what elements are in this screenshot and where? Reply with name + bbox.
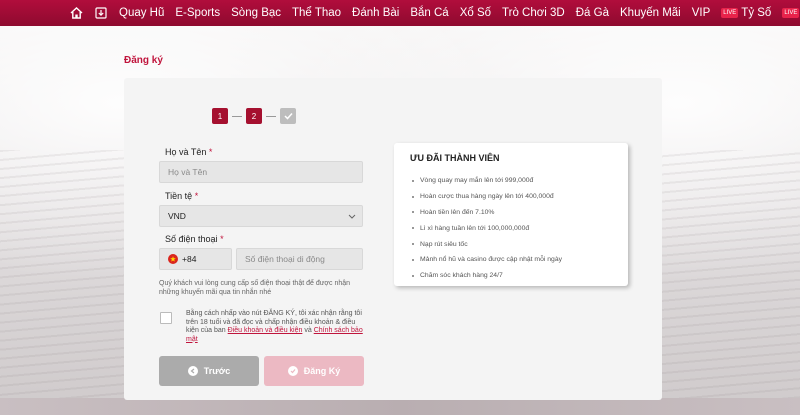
page-title: Đăng ký: [124, 55, 163, 66]
list-item: Lì xì hàng tuần lên tới 100,000,000đ: [412, 220, 562, 236]
nav-item-ty-so[interactable]: LIVE Tỷ Số: [721, 7, 771, 19]
phone-label: Số điện thoại *: [165, 234, 224, 244]
home-icon[interactable]: [70, 6, 83, 20]
country-code-value: +84: [182, 254, 197, 264]
step-1: 1: [212, 108, 228, 124]
check-circle-icon: [287, 366, 298, 376]
step-divider: [232, 115, 242, 117]
download-icon[interactable]: [95, 6, 107, 20]
stadium-floor: [0, 398, 800, 415]
nav-item-danh-bai[interactable]: Đánh Bài: [352, 7, 399, 19]
consent-checkbox[interactable]: [160, 312, 172, 324]
member-benefits-panel: ƯU ĐÃI THÀNH VIÊN Vòng quay may mắn lên …: [394, 143, 628, 286]
name-placeholder: Họ và Tên: [168, 167, 208, 177]
register-button[interactable]: Đăng Ký: [264, 356, 364, 386]
nav-item-xo-so[interactable]: Xổ Số: [460, 7, 491, 19]
phone-hint: Quý khách vui lòng cung cấp số điện thoạ…: [159, 280, 351, 296]
consent-text: Bằng cách nhấp vào nút ĐĂNG KÝ, tôi xác …: [186, 310, 363, 343]
currency-label: Tiền tệ *: [165, 191, 199, 201]
benefits-list: Vòng quay may mắn lên tới 999,000đ Hoàn …: [412, 173, 562, 284]
nav-item-ban-ca[interactable]: Bắn Cá: [410, 7, 448, 19]
previous-button-label: Trước: [203, 366, 231, 376]
list-item: Hoàn tiền lên đến 7.10%: [412, 205, 562, 221]
nav-item-label: Tỷ Số: [741, 7, 772, 19]
checkmark-icon: [283, 112, 293, 120]
step-2: 2: [246, 108, 262, 124]
list-item: Hoàn cược thua hàng ngày lên tới 400,000…: [412, 189, 562, 205]
vietnam-flag-icon: [168, 254, 178, 264]
currency-select[interactable]: VND: [159, 205, 363, 227]
phone-placeholder: Số điện thoại di động: [245, 254, 325, 264]
step-indicator: 1 2: [212, 108, 296, 124]
live-badge: LIVE: [782, 8, 800, 18]
back-arrow-icon: [187, 366, 198, 376]
previous-button[interactable]: Trước: [159, 356, 259, 386]
list-item: Mảnh nổ hũ và casino được cập nhật mỗi n…: [412, 252, 562, 268]
nav-item-song-bac[interactable]: Sòng Bạc: [231, 7, 281, 19]
step-divider: [266, 115, 276, 117]
currency-value: VND: [168, 211, 186, 221]
phone-input[interactable]: Số điện thoại di động: [236, 248, 363, 270]
nav-item-khuyen-mai[interactable]: Khuyến Mãi: [620, 7, 681, 19]
name-label: Họ và Tên *: [165, 147, 213, 157]
chevron-down-icon: [348, 214, 356, 219]
list-item: Nạp rút siêu tốc: [412, 236, 562, 252]
live-badge: LIVE: [721, 8, 739, 18]
nav-item-the-thao[interactable]: Thể Thao: [292, 7, 341, 19]
nav-item-vip[interactable]: VIP: [692, 7, 711, 19]
nav-item-quay-hu[interactable]: Quay Hũ: [119, 7, 164, 19]
register-button-label: Đăng Ký: [303, 366, 341, 376]
country-code-select[interactable]: +84: [159, 248, 232, 270]
list-item: Vòng quay may mắn lên tới 999,000đ: [412, 173, 562, 189]
nav-item-tv[interactable]: LIVE TV: [782, 7, 800, 19]
top-navigation: Quay Hũ E-Sports Sòng Bạc Thể Thao Đánh …: [0, 0, 800, 26]
nav-item-da-ga[interactable]: Đá Gà: [576, 7, 609, 19]
list-item: Chăm sóc khách hàng 24/7: [412, 268, 562, 284]
name-input[interactable]: Họ và Tên: [159, 161, 363, 183]
step-complete: [280, 108, 296, 124]
nav-item-esports[interactable]: E-Sports: [175, 7, 220, 19]
terms-link[interactable]: Điều khoản và điều kiện: [228, 327, 303, 334]
benefits-title: ƯU ĐÃI THÀNH VIÊN: [410, 153, 500, 163]
nav-item-tro-choi-3d[interactable]: Trò Chơi 3D: [502, 7, 565, 19]
